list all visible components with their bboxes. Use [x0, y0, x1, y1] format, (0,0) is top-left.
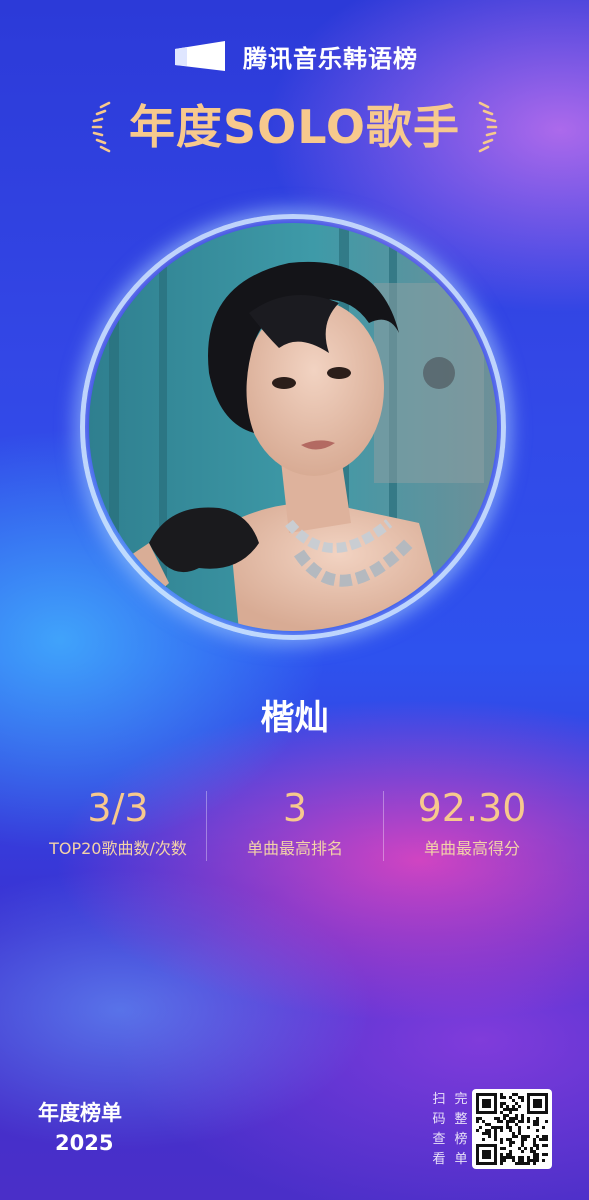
- brand-header: 腾讯音乐韩语榜: [0, 36, 589, 76]
- stat-best-rank: 3 单曲最高排名: [207, 785, 383, 865]
- scan-column-2: 完 整 榜 单: [452, 1090, 470, 1170]
- qr-code-icon[interactable]: [472, 1089, 552, 1169]
- stat-best-score: 92.30 单曲最高得分: [384, 785, 560, 865]
- brand-name: 腾讯音乐韩语榜: [243, 44, 418, 73]
- left-laurel-icon: [91, 101, 111, 153]
- scan-char: 完: [454, 1092, 468, 1107]
- scan-char: 单: [454, 1152, 468, 1167]
- artist-photo: [89, 223, 497, 631]
- award-title: 年度SOLO歌手: [128, 100, 460, 154]
- award-title-row: 年度SOLO歌手: [0, 92, 589, 162]
- stat-top20: 3/3 TOP20歌曲数/次数: [30, 785, 206, 865]
- scan-char: 查: [432, 1132, 446, 1147]
- stat-value: 92.30: [417, 786, 527, 830]
- scan-char: 看: [432, 1152, 446, 1167]
- chart-year: 2025: [55, 1131, 114, 1155]
- stat-label: TOP20歌曲数/次数: [49, 839, 187, 858]
- annual-chart-label: 年度榜单: [38, 1101, 122, 1125]
- scan-char: 码: [432, 1112, 446, 1127]
- right-laurel-icon: [478, 101, 498, 153]
- stat-value: 3: [282, 786, 308, 830]
- stats-row: 3/3 TOP20歌曲数/次数 3 单曲最高排名 92.30 单曲最高得分: [30, 785, 560, 865]
- qr-code-pattern: [476, 1093, 548, 1165]
- artist-portrait-illustration: [89, 223, 497, 631]
- stat-label: 单曲最高得分: [423, 839, 520, 858]
- stat-label: 单曲最高排名: [246, 839, 343, 858]
- scan-instruction: 完 整 榜 单 扫 码 查 看: [422, 1090, 470, 1170]
- stat-value: 3/3: [87, 786, 149, 830]
- scan-column-1: 扫 码 查 看: [430, 1090, 448, 1170]
- artist-name: 楷灿: [260, 698, 329, 738]
- tencent-music-logo-icon: [175, 41, 225, 71]
- scan-char: 扫: [432, 1092, 446, 1107]
- scan-char: 榜: [454, 1132, 468, 1147]
- scan-char: 整: [454, 1112, 468, 1127]
